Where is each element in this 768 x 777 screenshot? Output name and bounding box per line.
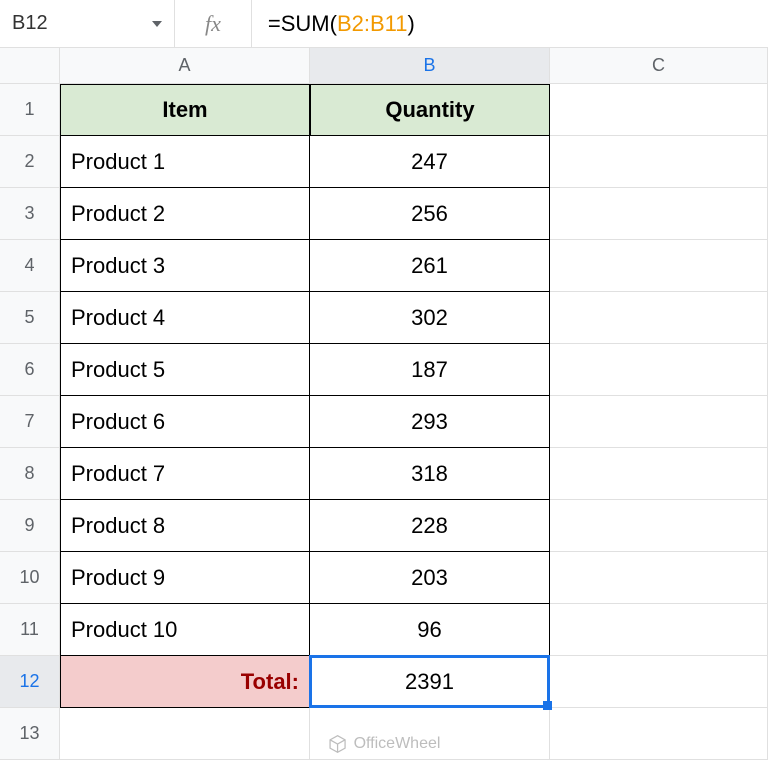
table-row: Product 9 203: [60, 552, 768, 604]
cell-item[interactable]: Product 1: [60, 136, 310, 188]
cell-c3[interactable]: [550, 188, 768, 240]
table-row: Product 3 261: [60, 240, 768, 292]
cell-c5[interactable]: [550, 292, 768, 344]
row-headers: 1 2 3 4 5 6 7 8 9 10 11 12 13: [0, 48, 60, 760]
cell-item[interactable]: Product 5: [60, 344, 310, 396]
cell-qty[interactable]: 187: [310, 344, 550, 396]
cell-c9[interactable]: [550, 500, 768, 552]
table-row: Product 8 228: [60, 500, 768, 552]
cell-c12[interactable]: [550, 656, 768, 708]
col-header-a[interactable]: A: [60, 48, 310, 84]
dropdown-icon: [152, 21, 162, 27]
sheet-area: 1 2 3 4 5 6 7 8 9 10 11 12 13 A B C Item…: [0, 48, 768, 760]
col-header-b[interactable]: B: [310, 48, 550, 84]
cell-qty[interactable]: 318: [310, 448, 550, 500]
cell-qty[interactable]: 293: [310, 396, 550, 448]
formula-open: (: [330, 11, 337, 37]
table-row: Product 2 256: [60, 188, 768, 240]
formula-eq: =: [268, 11, 281, 37]
row-header-11[interactable]: 11: [0, 604, 60, 656]
cell-item[interactable]: Product 4: [60, 292, 310, 344]
formula-func: SUM: [281, 11, 330, 37]
header-item[interactable]: Item: [60, 84, 310, 136]
row-header-2[interactable]: 2: [0, 136, 60, 188]
formula-range: B2:B11: [337, 11, 408, 37]
row-header-13[interactable]: 13: [0, 708, 60, 760]
col-headers: A B C: [60, 48, 768, 84]
row-header-3[interactable]: 3: [0, 188, 60, 240]
row-header-4[interactable]: 4: [0, 240, 60, 292]
cell-c13[interactable]: [550, 708, 768, 760]
row-header-5[interactable]: 5: [0, 292, 60, 344]
cell-item[interactable]: Product 7: [60, 448, 310, 500]
total-value[interactable]: 2391: [310, 656, 550, 708]
cell-qty[interactable]: 203: [310, 552, 550, 604]
table-row: Product 6 293: [60, 396, 768, 448]
cell-a13[interactable]: [60, 708, 310, 760]
cell-qty[interactable]: 247: [310, 136, 550, 188]
name-box[interactable]: B12: [0, 0, 175, 47]
data-rows: Item Quantity Product 1 247 Product 2 25…: [60, 84, 768, 760]
table-row: Product 1 247: [60, 136, 768, 188]
grid: A B C Item Quantity Product 1 247 Produc…: [60, 48, 768, 760]
row-header-10[interactable]: 10: [0, 552, 60, 604]
row-header-1[interactable]: 1: [0, 84, 60, 136]
table-row: Product 10 96: [60, 604, 768, 656]
cell-c1[interactable]: [550, 84, 768, 136]
formula-input[interactable]: =SUM(B2:B11): [252, 0, 768, 47]
cell-item[interactable]: Product 9: [60, 552, 310, 604]
cell-qty[interactable]: 302: [310, 292, 550, 344]
watermark: OfficeWheel: [328, 734, 441, 754]
corner-cell[interactable]: [0, 48, 60, 84]
cell-c10[interactable]: [550, 552, 768, 604]
cell-item[interactable]: Product 3: [60, 240, 310, 292]
table-row: Product 4 302: [60, 292, 768, 344]
col-header-c[interactable]: C: [550, 48, 768, 84]
cell-c11[interactable]: [550, 604, 768, 656]
table-row: Product 5 187: [60, 344, 768, 396]
row-header-9[interactable]: 9: [0, 500, 60, 552]
row-header-7[interactable]: 7: [0, 396, 60, 448]
cell-qty[interactable]: 256: [310, 188, 550, 240]
cell-c7[interactable]: [550, 396, 768, 448]
header-quantity[interactable]: Quantity: [310, 84, 550, 136]
cell-item[interactable]: Product 2: [60, 188, 310, 240]
formula-bar: B12 fx =SUM(B2:B11): [0, 0, 768, 48]
cell-item[interactable]: Product 8: [60, 500, 310, 552]
total-label[interactable]: Total:: [60, 656, 310, 708]
row-header-8[interactable]: 8: [0, 448, 60, 500]
watermark-text: OfficeWheel: [354, 735, 441, 753]
cell-qty[interactable]: 261: [310, 240, 550, 292]
table-row: Item Quantity: [60, 84, 768, 136]
cell-c6[interactable]: [550, 344, 768, 396]
table-row: Product 7 318: [60, 448, 768, 500]
table-row: Total: 2391: [60, 656, 768, 708]
name-box-value: B12: [12, 12, 48, 35]
cell-item[interactable]: Product 6: [60, 396, 310, 448]
cell-qty[interactable]: 96: [310, 604, 550, 656]
cell-c4[interactable]: [550, 240, 768, 292]
cell-c8[interactable]: [550, 448, 768, 500]
formula-close: ): [408, 11, 415, 37]
cell-c2[interactable]: [550, 136, 768, 188]
logo-icon: [328, 734, 348, 754]
cell-item[interactable]: Product 10: [60, 604, 310, 656]
fx-icon: fx: [175, 0, 252, 47]
cell-qty[interactable]: 228: [310, 500, 550, 552]
row-header-6[interactable]: 6: [0, 344, 60, 396]
row-header-12[interactable]: 12: [0, 656, 60, 708]
